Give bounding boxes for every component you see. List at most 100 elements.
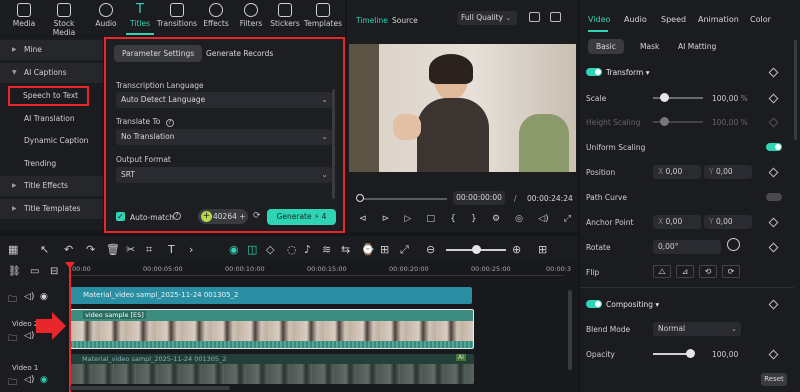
track-lock-icon[interactable]: 🗀 <box>8 375 17 391</box>
tab-animation[interactable]: Animation <box>698 15 739 24</box>
rotate-field[interactable]: 0,00° <box>653 240 721 254</box>
expand-icon[interactable]: ⤢ <box>564 214 571 224</box>
opacity-slider-knob[interactable] <box>686 349 695 358</box>
rotate-dial-icon[interactable] <box>727 238 740 251</box>
render-settings-icon[interactable]: ⚙ <box>492 214 500 224</box>
zoom-in-icon[interactable]: ⊕ <box>512 243 521 256</box>
fit-icon[interactable]: ⤢ <box>400 243 409 257</box>
more-tools-icon[interactable]: › <box>189 243 193 256</box>
tab-color[interactable]: Color <box>750 15 771 24</box>
stop-icon[interactable]: □ <box>426 214 435 224</box>
video-preview-frame[interactable] <box>349 44 576 172</box>
snap-icon[interactable]: ◫ <box>247 243 257 256</box>
quality-select[interactable]: Full Quality ⌄ <box>457 11 517 25</box>
keyframe-diamond-icon[interactable] <box>768 93 779 104</box>
scale-value[interactable]: 100,00 % <box>712 94 748 103</box>
volume-icon[interactable]: ◁) <box>538 214 548 224</box>
timeline-playhead[interactable] <box>69 262 71 392</box>
scale-slider-knob[interactable] <box>660 93 669 102</box>
tab-effects[interactable]: Effects <box>198 3 234 28</box>
keyframe-diamond-icon[interactable] <box>768 299 779 310</box>
add-track-icon[interactable]: ⊟ <box>50 266 58 277</box>
sidebar-item-ai-captions[interactable]: ▼ AI Captions <box>0 63 103 83</box>
crop-icon[interactable]: ⌗ <box>146 243 152 257</box>
track-audio-icon[interactable]: ◁) <box>24 331 34 341</box>
anchor-x-field[interactable]: X 0,00 <box>653 215 701 229</box>
zoom-out-icon[interactable]: ⊖ <box>426 243 435 256</box>
fullscreen-icon[interactable] <box>550 12 561 22</box>
sidebar-item-ai-translation[interactable]: AI Translation <box>0 109 103 129</box>
video-sample-clip[interactable]: video sample [ES] <box>70 309 474 349</box>
tab-titles[interactable]: T Titles <box>122 3 158 29</box>
tab-stock-media[interactable]: Stock Media <box>42 3 86 37</box>
rotate-left-icon[interactable]: ⟲ <box>699 265 717 278</box>
tab-video[interactable]: Video <box>588 15 610 24</box>
tab-source-preview[interactable]: Source <box>392 16 418 25</box>
rotate-right-icon[interactable]: ⟳ <box>722 265 740 278</box>
track-lock-icon[interactable]: 🗀 <box>8 331 17 347</box>
marker-icon[interactable]: ◌ <box>287 243 297 256</box>
tab-speed[interactable]: Speed <box>661 15 686 24</box>
reset-button[interactable]: Reset <box>761 373 787 386</box>
play-icon[interactable]: ▷ <box>404 214 411 224</box>
cut-icon[interactable]: ✂ <box>126 243 135 256</box>
layout-grid-icon[interactable]: ▦ <box>8 243 18 256</box>
mark-in-icon[interactable]: { <box>450 214 456 224</box>
subtab-mask[interactable]: Mask <box>632 39 667 54</box>
tab-stickers[interactable]: Stickers <box>267 3 303 28</box>
track-visibility-icon[interactable]: ◉ <box>40 292 48 302</box>
timeline-vertical-scrollbar[interactable] <box>568 290 572 370</box>
tab-templates[interactable]: Templates <box>302 3 344 28</box>
delete-icon[interactable]: 🗑 <box>106 243 120 256</box>
keyframe-diamond-icon[interactable] <box>768 349 779 360</box>
undo-icon[interactable]: ↶ <box>64 243 73 256</box>
refresh-icon[interactable]: ⟳ <box>253 211 261 221</box>
keyframe-diamond-icon[interactable] <box>768 217 779 228</box>
speed-icon[interactable]: ⌚ <box>361 243 375 256</box>
tab-parameter-settings[interactable]: Parameter Settings <box>114 45 203 62</box>
anchor-y-field[interactable]: Y 0,00 <box>704 215 752 229</box>
add-credits-icon[interactable]: + <box>239 212 245 221</box>
flip-vertical-icon[interactable]: ⊿ <box>676 265 694 278</box>
sidebar-item-title-effects[interactable]: ▶ Title Effects <box>0 176 103 196</box>
tab-audio-inspector[interactable]: Audio <box>624 15 647 24</box>
ripple-icon[interactable]: ⇆ <box>341 243 350 256</box>
snapshot-image-icon[interactable] <box>529 12 540 22</box>
lower-material-clip[interactable]: Material_video sampl_2025-11-24 001305_2… <box>70 354 474 384</box>
tab-filters[interactable]: Filters <box>233 3 269 28</box>
translate-to-select[interactable]: No Translation ⌄ <box>116 129 332 145</box>
sidebar-item-dynamic-caption[interactable]: Dynamic Caption <box>0 131 103 151</box>
playback-progress-bar[interactable] <box>357 198 447 200</box>
ai-tool-icon[interactable]: ◉ <box>229 243 239 256</box>
subtab-ai-matting[interactable]: AI Matting <box>670 39 724 54</box>
track-audio-icon[interactable]: ◁) <box>24 292 34 302</box>
help-icon[interactable]: ? <box>165 119 174 127</box>
generate-button[interactable]: Generate ⚡ 4 <box>267 209 336 225</box>
step-back-icon[interactable]: ⊳ <box>382 214 390 224</box>
panel-scrollbar[interactable] <box>332 89 335 199</box>
keyframe-diamond-icon[interactable] <box>768 167 779 178</box>
output-format-select[interactable]: SRT ⌄ <box>116 167 332 183</box>
uniform-scaling-toggle[interactable] <box>766 143 782 151</box>
sidebar-item-speech-to-text[interactable]: Speech to Text <box>8 86 89 106</box>
mark-out-icon[interactable]: } <box>471 214 477 224</box>
render-icon[interactable]: ⊞ <box>380 243 389 256</box>
track-lock-icon[interactable]: 🗀 <box>8 292 17 308</box>
timeline-horizontal-scrollbar[interactable] <box>70 386 230 390</box>
inspector-scrollbar[interactable] <box>794 40 797 140</box>
track-visibility-icon[interactable]: ◉ <box>40 375 48 385</box>
transcription-language-select[interactable]: Auto Detect Language ⌄ <box>116 92 332 108</box>
opacity-value[interactable]: 100,00 <box>712 350 738 359</box>
mic-icon[interactable]: ♪ <box>304 243 311 256</box>
redo-icon[interactable]: ↷ <box>86 243 95 256</box>
playhead-knob[interactable] <box>356 194 364 202</box>
title-clip[interactable]: Material_video sampl_2025-11-24 001305_2 <box>70 287 472 304</box>
tab-media[interactable]: Media <box>6 3 42 28</box>
tab-audio[interactable]: Audio <box>88 3 124 28</box>
keyframe-diamond-icon[interactable] <box>768 67 779 78</box>
path-curve-toggle[interactable] <box>766 193 782 201</box>
tab-generate-records[interactable]: Generate Records <box>198 45 281 62</box>
compositing-toggle[interactable] <box>586 300 602 308</box>
sidebar-item-trending[interactable]: Trending <box>0 154 103 174</box>
current-time-field[interactable]: 00:00:00:00 <box>453 191 505 205</box>
